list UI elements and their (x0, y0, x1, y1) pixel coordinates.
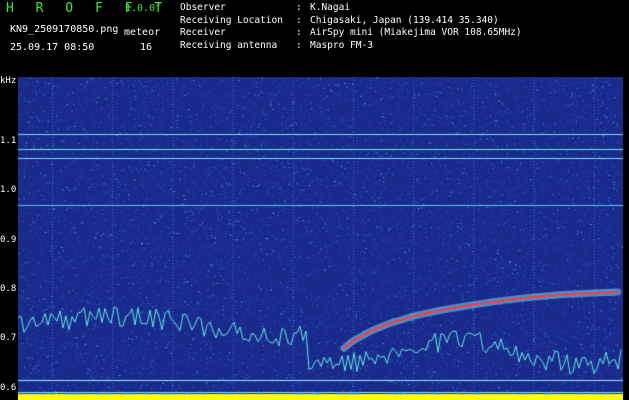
info-row-receiver: Receiver: AirSpy mini (Miakejima VOR 108.… (180, 27, 522, 40)
meteor-count: 16 (140, 42, 153, 53)
meteor-label: meteor (124, 27, 161, 38)
info-value: Maspro FM-3 (310, 39, 373, 51)
info-value: K.Nagai (310, 2, 351, 13)
info-key: Receiving Location (180, 14, 283, 26)
header-panel: H R O F F T 1.0.0f KN9_2509170850.png 25… (0, 0, 629, 76)
info-value: Chigasaki, Japan (139.414 35.340) (310, 14, 499, 26)
observation-info: Observer: K.Nagai Receiving Location: Chig… (180, 2, 522, 52)
file-name: KN9_2509170850.png (10, 24, 119, 35)
version-label: 1.0.0f (125, 3, 162, 14)
y-axis-unit: kHz (0, 76, 17, 86)
y-tick-label: 0.6 (0, 382, 17, 393)
info-value: AirSpy mini (Miakejima VOR 108.65MHz) (310, 27, 522, 38)
info-key: Receiver (180, 27, 226, 38)
info-colon: : (296, 14, 302, 26)
info-colon: : (296, 2, 302, 13)
y-tick-label: 0.7 (0, 333, 17, 344)
timestamp: 25.09.17 08:50 (10, 42, 95, 53)
y-tick-label: 1.0 (0, 185, 17, 196)
info-row-location: Receiving Location: Chigasaki, Japan (139… (180, 15, 522, 28)
info-row-observer: Observer: K.Nagai (180, 2, 522, 15)
y-tick-label: 1.1 (0, 136, 17, 147)
spectrogram-canvas (18, 77, 623, 400)
info-colon: : (296, 39, 302, 51)
y-tick-label: 0.9 (0, 234, 17, 245)
info-row-antenna: Receiving antenna: Maspro FM-3 (180, 40, 522, 53)
info-colon: : (296, 27, 302, 38)
info-key: Observer (180, 2, 226, 13)
info-key: Receiving antenna (180, 39, 278, 51)
y-tick-label: 0.8 (0, 284, 17, 295)
